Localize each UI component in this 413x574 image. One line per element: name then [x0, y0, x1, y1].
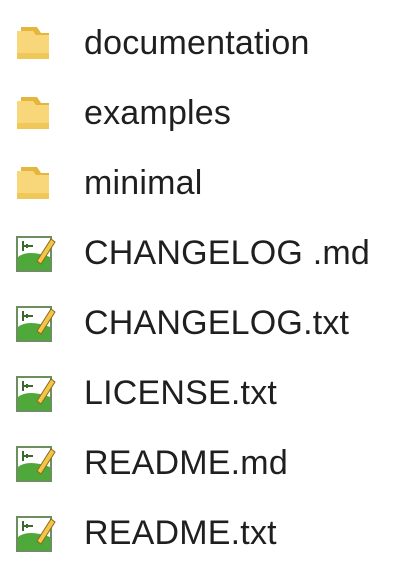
notepad-plus-plus-file-icon [12, 440, 58, 486]
notepad-plus-plus-file-icon [12, 300, 58, 346]
notepad-plus-plus-file-icon [12, 510, 58, 556]
file-item-changelog-txt[interactable]: CHANGELOG.txt [0, 288, 413, 358]
item-label: minimal [84, 163, 203, 202]
folder-item-documentation[interactable]: documentation [0, 8, 413, 78]
item-label: examples [84, 93, 232, 132]
folder-item-minimal[interactable]: minimal [0, 148, 413, 218]
item-label: LICENSE.txt [84, 373, 278, 412]
file-item-readme-txt[interactable]: README.txt [0, 498, 413, 568]
folder-icon [12, 160, 58, 206]
folder-icon [12, 20, 58, 66]
notepad-plus-plus-file-icon [12, 370, 58, 416]
file-item-license-txt[interactable]: LICENSE.txt [0, 358, 413, 428]
item-label: CHANGELOG.txt [84, 303, 350, 342]
item-label: README.md [84, 443, 288, 482]
item-label: documentation [84, 23, 310, 62]
folder-item-examples[interactable]: examples [0, 78, 413, 148]
file-list: documentation examples minimal CHANGELOG… [0, 0, 413, 574]
item-label: CHANGELOG .md [84, 233, 370, 272]
file-item-changelog-md[interactable]: CHANGELOG .md [0, 218, 413, 288]
file-item-readme-md[interactable]: README.md [0, 428, 413, 498]
notepad-plus-plus-file-icon [12, 230, 58, 276]
item-label: README.txt [84, 513, 277, 552]
folder-icon [12, 90, 58, 136]
